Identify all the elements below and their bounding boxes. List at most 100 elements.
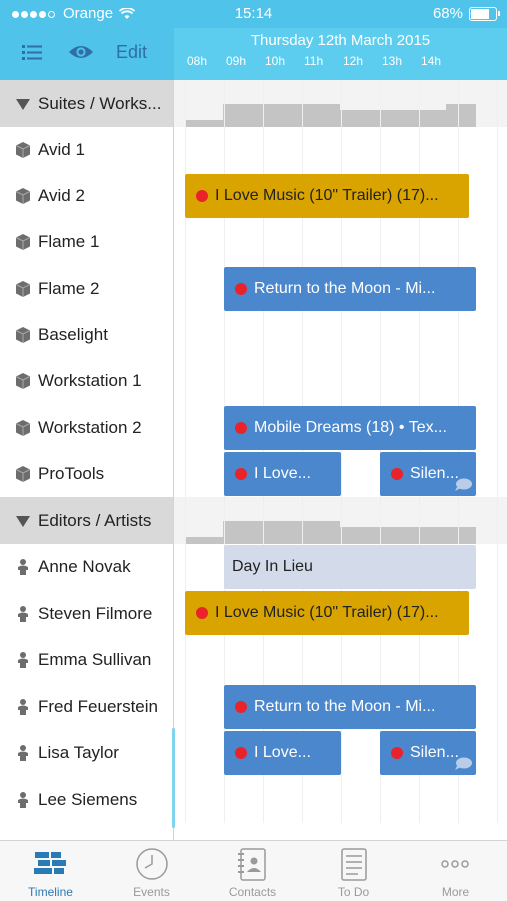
hour-gridline bbox=[341, 219, 342, 265]
person-icon bbox=[18, 605, 28, 622]
person-row[interactable]: Lisa Taylor I Love... Silen... bbox=[0, 730, 507, 777]
resource-label: Avid 2 bbox=[38, 186, 85, 205]
tab-contacts[interactable]: Contacts bbox=[202, 841, 303, 901]
column-divider bbox=[173, 80, 174, 840]
person-row[interactable]: Steven Filmore I Love Music (10" Trailer… bbox=[0, 590, 507, 638]
resource-row[interactable]: Avid 2 I Love Music (10" Trailer) (17)..… bbox=[0, 173, 507, 220]
hour-gridline bbox=[419, 219, 420, 265]
person-label: Emma Sullivan bbox=[38, 650, 152, 669]
hour-label: 10h bbox=[265, 54, 286, 68]
date-title: Thursday 12th March 2015 bbox=[250, 32, 431, 49]
hour-gridline bbox=[263, 312, 264, 358]
resource-label: Avid 1 bbox=[38, 140, 85, 159]
hour-gridline bbox=[224, 358, 225, 404]
hour-gridline bbox=[380, 312, 381, 358]
event-block[interactable]: Return to the Moon - Mi... bbox=[224, 267, 476, 311]
resource-row[interactable]: ProTools I Love... Silen... bbox=[0, 451, 507, 498]
hour-gridline bbox=[497, 173, 498, 219]
resource-row[interactable]: Workstation 1 bbox=[0, 358, 507, 405]
person-row[interactable]: Emma Sullivan bbox=[0, 637, 507, 684]
hour-gridline bbox=[497, 265, 498, 312]
event-block[interactable]: I Love Music (10" Trailer) (17)... bbox=[185, 591, 469, 635]
nav-bar: Edit Thursday 12th March 2015 08h 09h 10… bbox=[0, 28, 507, 80]
status-dot-icon bbox=[235, 468, 247, 480]
status-dot-icon bbox=[391, 747, 403, 759]
hour-gridline bbox=[185, 637, 186, 683]
list-icon[interactable] bbox=[22, 43, 42, 61]
resource-row[interactable]: Baselight bbox=[0, 312, 507, 359]
hour-gridline bbox=[458, 127, 459, 173]
tab-timeline[interactable]: Timeline bbox=[0, 841, 101, 901]
tab-more[interactable]: More bbox=[404, 841, 507, 901]
hour-gridline bbox=[458, 312, 459, 358]
hour-gridline bbox=[302, 358, 303, 404]
event-block[interactable]: I Love... bbox=[224, 452, 341, 496]
status-dot-icon bbox=[391, 468, 403, 480]
event-block[interactable]: Day In Lieu bbox=[224, 545, 476, 589]
cube-icon bbox=[15, 327, 31, 343]
hour-gridline bbox=[458, 358, 459, 404]
hour-gridline bbox=[380, 127, 381, 173]
hour-gridline bbox=[185, 730, 186, 776]
hour-gridline bbox=[185, 312, 186, 358]
hour-gridline bbox=[458, 80, 459, 127]
event-block[interactable]: I Love Music (10" Trailer) (17)... bbox=[185, 174, 469, 218]
hour-gridline bbox=[497, 312, 498, 358]
hour-gridline bbox=[341, 127, 342, 173]
event-block[interactable]: Silen... bbox=[380, 452, 476, 496]
hour-gridline bbox=[185, 127, 186, 173]
hour-gridline bbox=[263, 219, 264, 265]
status-dot-icon bbox=[235, 283, 247, 295]
hour-gridline bbox=[380, 637, 381, 683]
tab-todo[interactable]: To Do bbox=[303, 841, 404, 901]
hour-label: 09h bbox=[226, 54, 247, 68]
tab-events[interactable]: Events bbox=[101, 841, 202, 901]
hour-label: 14h bbox=[421, 54, 442, 68]
resource-row[interactable]: Avid 1 bbox=[0, 127, 507, 174]
hour-gridline bbox=[224, 497, 225, 544]
group-header-suites[interactable]: Suites / Works... bbox=[0, 80, 507, 128]
hour-gridline bbox=[419, 127, 420, 173]
group-header-editors[interactable]: Editors / Artists bbox=[0, 497, 507, 545]
person-icon bbox=[18, 698, 28, 715]
resource-row[interactable]: Flame 1 bbox=[0, 219, 507, 266]
hour-gridline bbox=[497, 127, 498, 173]
cube-icon bbox=[15, 419, 31, 436]
comment-bubble-icon bbox=[455, 478, 472, 491]
edit-button[interactable]: Edit bbox=[116, 42, 147, 63]
person-row[interactable]: Anne Novak Day In Lieu bbox=[0, 544, 507, 591]
person-label: Lee Siemens bbox=[38, 789, 138, 809]
event-block[interactable]: I Love... bbox=[224, 731, 341, 775]
event-block[interactable]: Mobile Dreams (18) • Tex... bbox=[224, 406, 476, 450]
hour-gridline bbox=[458, 219, 459, 265]
resource-label: Workstation 2 bbox=[38, 417, 142, 437]
resource-row[interactable]: Workstation 2 Mobile Dreams (18) • Tex..… bbox=[0, 404, 507, 452]
status-dot-icon bbox=[196, 607, 208, 619]
tab-bar: Timeline Events Contacts To Do More bbox=[0, 840, 507, 901]
hour-gridline bbox=[302, 497, 303, 544]
hour-gridline bbox=[263, 497, 264, 544]
hour-gridline bbox=[419, 637, 420, 683]
hour-gridline bbox=[497, 544, 498, 590]
hour-gridline bbox=[224, 776, 225, 823]
hour-gridline bbox=[263, 80, 264, 127]
todo-list-icon bbox=[341, 848, 367, 881]
person-row[interactable]: Lee Siemens bbox=[0, 776, 507, 824]
person-label: Steven Filmore bbox=[38, 603, 153, 623]
person-row[interactable]: Fred Feuerstein Return to the Moon - Mi.… bbox=[0, 683, 507, 731]
hour-gridline bbox=[185, 265, 186, 312]
eye-icon[interactable] bbox=[68, 43, 94, 61]
hour-gridline bbox=[497, 730, 498, 776]
hour-label: 11h bbox=[304, 54, 324, 68]
cube-icon bbox=[15, 234, 31, 250]
event-block[interactable]: Silen... bbox=[380, 731, 476, 775]
status-dot-icon bbox=[235, 747, 247, 759]
resource-row[interactable]: Flame 2 Return to the Moon - Mi... bbox=[0, 265, 507, 313]
scroll-indicator[interactable] bbox=[172, 728, 175, 828]
cube-icon bbox=[15, 142, 31, 158]
event-block[interactable]: Return to the Moon - Mi... bbox=[224, 685, 476, 729]
hour-label: 12h bbox=[343, 54, 364, 68]
hour-gridline bbox=[380, 358, 381, 404]
person-label: Lisa Taylor bbox=[38, 743, 119, 762]
hour-gridline bbox=[185, 497, 186, 544]
